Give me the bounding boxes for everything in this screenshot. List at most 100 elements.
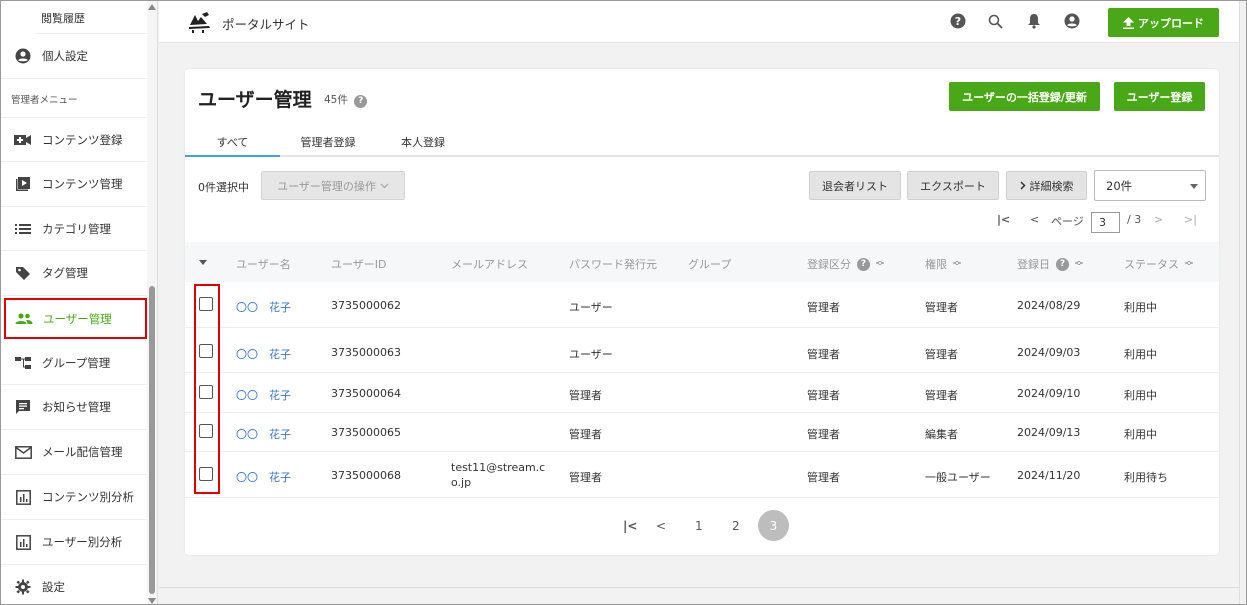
sidebar-item-mail[interactable]: メール配信管理	[1, 430, 147, 475]
chevron-right-icon	[1019, 181, 1026, 190]
role: 編集者	[925, 428, 958, 441]
column-header-password-issuer[interactable]: パスワード発行元	[569, 256, 657, 272]
user-operation-button: ユーザー管理の操作	[261, 171, 405, 200]
tab-admin-registered[interactable]: 管理者登録	[292, 134, 364, 150]
svg-text:?: ?	[955, 15, 961, 28]
status: 利用中	[1124, 301, 1157, 314]
sidebar-item-label: コンテンツ登録	[42, 132, 123, 147]
scroll-down-icon[interactable]	[148, 598, 156, 604]
per-page-select[interactable]: 20件	[1094, 170, 1206, 201]
sidebar-item-user-analytics[interactable]: ユーザー別分析	[1, 520, 147, 565]
page-link-current[interactable]: 3	[758, 510, 789, 541]
table-row: 〇〇 花子 3735000063 ユーザー 管理者 管理者 2024/09/03…	[185, 328, 1219, 373]
sidebar-item-history[interactable]: 閲覧履歴	[41, 10, 85, 26]
sidebar-item-label: コンテンツ管理	[42, 177, 123, 191]
first-page-icon[interactable]: |<	[997, 213, 1010, 226]
column-header-registered-date[interactable]: 登録日 ? ︿ ﹀	[1017, 256, 1083, 272]
scroll-up-icon[interactable]	[148, 4, 156, 10]
help-icon[interactable]: ?	[857, 257, 870, 271]
register-user-button[interactable]: ユーザー登録	[1114, 82, 1205, 111]
sidebar-item-personal-settings[interactable]: 個人設定	[1, 34, 147, 79]
page-label: ページ	[1051, 215, 1084, 228]
registration-type: 管理者	[807, 348, 840, 361]
select-all-caret-icon[interactable]	[199, 260, 207, 265]
email-line: test11@stream.c	[451, 461, 546, 474]
column-header-username[interactable]: ユーザー名	[236, 256, 291, 272]
video-library-icon	[13, 176, 33, 192]
main-scrollbar[interactable]	[1239, 1, 1246, 604]
tab-self-registered[interactable]: 本人登録	[390, 134, 456, 150]
account-icon[interactable]	[1063, 12, 1081, 30]
sidebar-item-category[interactable]: カテゴリ管理	[1, 207, 147, 251]
tag-icon	[13, 265, 33, 281]
sidebar-scrollbar[interactable]	[147, 1, 157, 604]
group-icon	[14, 311, 34, 327]
withdrawn-list-button[interactable]: 退会者リスト	[809, 171, 901, 200]
sidebar-item-tag[interactable]: タグ管理	[1, 251, 147, 296]
page-link-1[interactable]: 1	[695, 519, 703, 533]
prev-page-icon[interactable]: <	[656, 519, 666, 533]
site-logo-icon[interactable]	[187, 11, 213, 36]
column-label: ステータス	[1124, 258, 1179, 271]
prev-page-icon[interactable]: <	[1030, 213, 1039, 226]
user-id: 3735000063	[331, 346, 401, 359]
user-name-link[interactable]: 〇〇 花子	[236, 346, 291, 362]
column-label: 権限	[925, 258, 947, 271]
page-link-2[interactable]: 2	[732, 519, 740, 533]
sidebar-section-admin: 管理者メニュー	[11, 95, 78, 106]
sidebar-item-content-analytics[interactable]: コンテンツ別分析	[1, 475, 147, 520]
sidebar-item-settings[interactable]: 設定	[1, 565, 147, 604]
help-icon[interactable]: ?	[1056, 257, 1069, 271]
user-name-link[interactable]: 〇〇 花子	[236, 426, 291, 442]
advanced-search-button[interactable]: 詳細検索	[1006, 171, 1087, 200]
sidebar-item-label: 個人設定	[42, 49, 88, 63]
help-icon[interactable]: ?	[949, 12, 967, 30]
user-name-link[interactable]: 〇〇 花子	[236, 469, 291, 485]
tab-all[interactable]: すべて	[185, 134, 280, 157]
account-circle-icon	[13, 48, 33, 64]
count-text: 45件	[324, 94, 348, 106]
password-issuer: 管理者	[569, 471, 602, 484]
sort-icon[interactable]: ︿ ﹀	[1185, 257, 1193, 271]
sort-icon[interactable]: ︿ ﹀	[1075, 257, 1083, 271]
first-page-icon[interactable]: |<	[623, 519, 637, 533]
site-title[interactable]: ポータルサイト	[222, 14, 310, 33]
sidebar-item-group-manage[interactable]: グループ管理	[1, 341, 147, 385]
column-header-email[interactable]: メールアドレス	[451, 256, 528, 272]
app-window: 閲覧履歴 個人設定 管理者メニュー コンテンツ登録 コンテンツ管理 カテゴリ管理…	[0, 0, 1247, 605]
sidebar-item-content-register[interactable]: コンテンツ登録	[1, 118, 147, 162]
search-label: 詳細検索	[1029, 179, 1074, 193]
sidebar-item-news[interactable]: お知らせ管理	[1, 385, 147, 430]
sidebar-item-user-manage[interactable]: ユーザー管理	[4, 298, 147, 339]
user-name-link[interactable]: 〇〇 花子	[236, 299, 291, 315]
sort-icon[interactable]: ︿ ﹀	[876, 257, 884, 271]
column-header-registration-type[interactable]: 登録区分 ? ︿ ﹀	[807, 256, 884, 272]
sidebar-item-content-manage[interactable]: コンテンツ管理	[1, 162, 147, 207]
chart-icon	[13, 489, 33, 505]
scrollbar-thumb[interactable]	[149, 286, 155, 594]
next-page-icon: >	[1154, 213, 1164, 226]
upload-button[interactable]: アップロード	[1108, 8, 1219, 37]
column-header-group[interactable]: グループ	[688, 256, 731, 272]
help-icon[interactable]: ?	[354, 94, 368, 108]
bell-icon[interactable]	[1025, 12, 1043, 30]
export-button[interactable]: エクスポート	[907, 171, 999, 200]
password-issuer: ユーザー	[569, 348, 613, 361]
sidebar-item-label: カテゴリ管理	[42, 221, 111, 236]
column-header-userid[interactable]: ユーザーID	[331, 256, 387, 272]
sidebar-item-label: グループ管理	[42, 355, 111, 370]
column-header-role[interactable]: 権限 ︿ ﹀	[925, 256, 961, 272]
registered-date: 2024/08/29	[1017, 299, 1081, 312]
search-icon[interactable]	[986, 12, 1004, 30]
last-page-icon: >|	[1184, 213, 1197, 226]
column-header-status[interactable]: ステータス ︿ ﹀	[1124, 256, 1193, 272]
sort-icon[interactable]: ︿ ﹀	[953, 257, 961, 271]
bulk-register-button[interactable]: ユーザーの一括登録/更新	[949, 82, 1100, 111]
page-number-input[interactable]: 3	[1091, 212, 1120, 233]
sidebar-item-label: ユーザー別分析	[42, 535, 123, 549]
user-name-link[interactable]: 〇〇 花子	[236, 387, 291, 403]
gear-icon	[13, 579, 33, 595]
table-row: 〇〇 花子 3735000064 管理者 管理者 管理者 2024/09/10 …	[185, 373, 1219, 413]
role: 管理者	[925, 348, 958, 361]
sidebar-item-label: メール配信管理	[42, 445, 123, 459]
